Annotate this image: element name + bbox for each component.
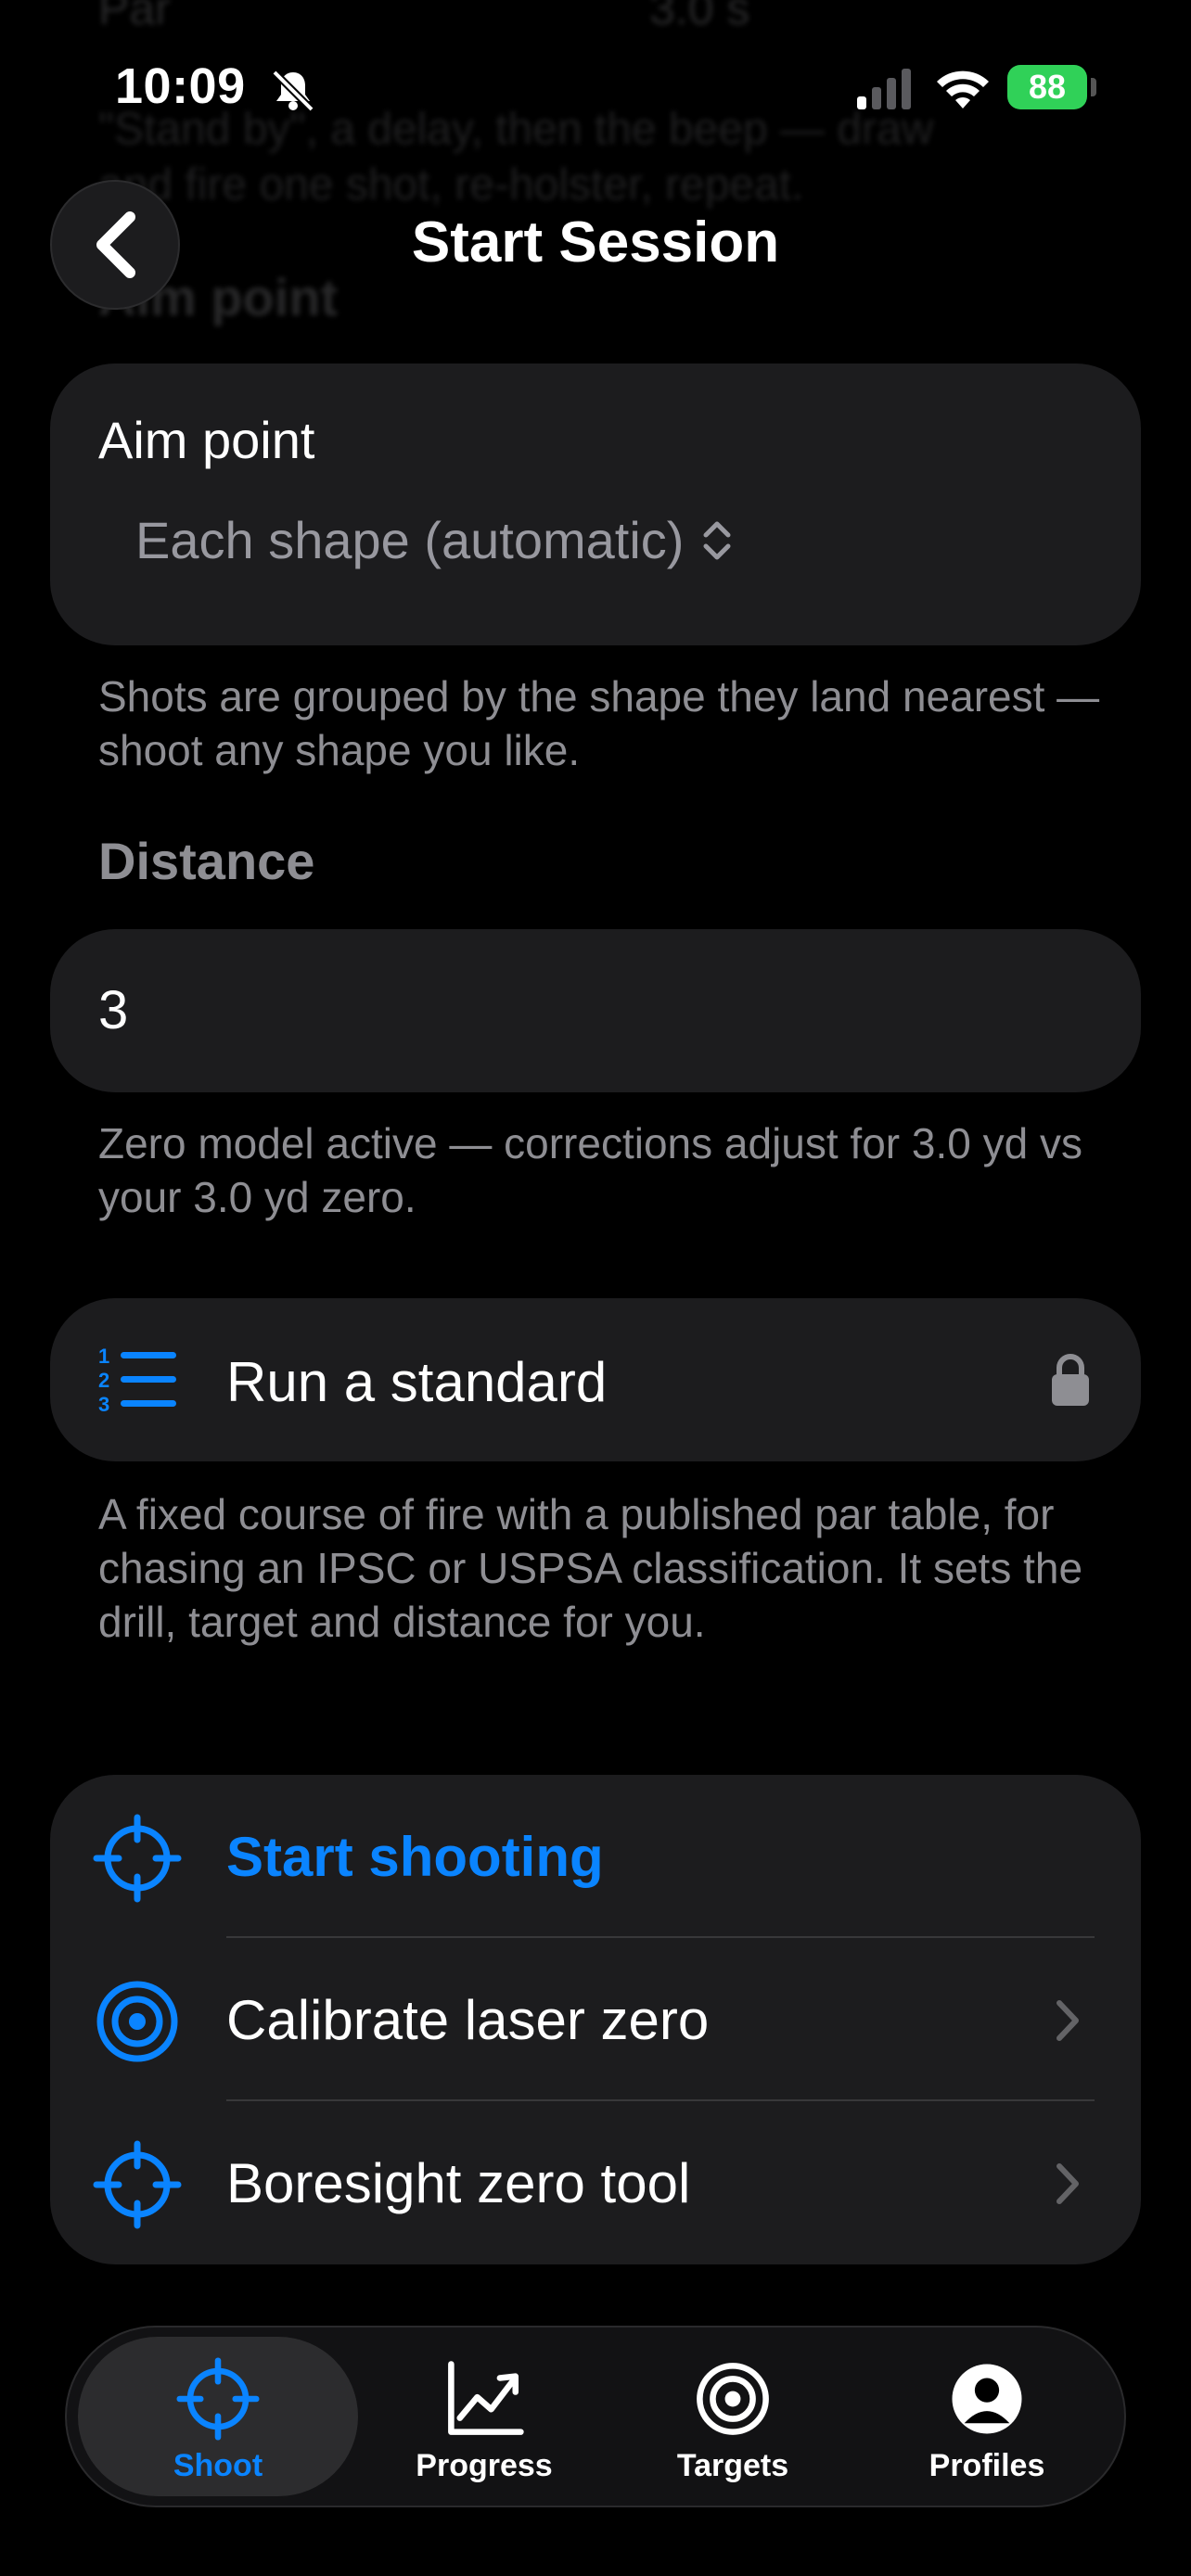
battery-indicator: 88 [1007,65,1087,109]
distance-footnote: Zero model active — corrections adjust f… [98,1119,1082,1221]
target-rings-icon [96,1981,178,2062]
numbered-list-icon: 1 2 3 [98,1345,176,1416]
tab-targets[interactable]: Targets [612,2337,853,2496]
start-shooting-button[interactable]: Start shooting [50,1775,1141,1938]
run-standard-footnote: A fixed course of fire with a published … [98,1490,1083,1646]
page-title: Start Session [411,210,780,274]
crosshair-icon [93,1814,182,1903]
tab-shoot-label: Shoot [173,2448,263,2483]
boresight-zero-tool-button[interactable]: Boresight zero tool [50,2101,1141,2264]
actions-card: Start shooting Calibrate laser zero Bore… [50,1775,1141,2264]
distance-heading: Distance [98,832,315,890]
scrolled-content-faded: and fire one shot, re-holster, repeat. [98,160,804,210]
calibrate-laser-zero-label: Calibrate laser zero [226,1989,710,2051]
tab-profiles-label: Profiles [928,2448,1045,2483]
run-standard-label: Run a standard [226,1351,608,1413]
chevron-up-down-icon [703,521,731,559]
cellular-signal-icon [857,69,911,109]
aim-point-label: Aim point [98,411,315,469]
chevron-right-icon [1057,2163,1079,2204]
run-standard-button[interactable]: 1 2 3 Run a standard [50,1298,1141,1461]
crosshair-icon [176,2357,260,2441]
calibrate-laser-zero-button[interactable]: Calibrate laser zero [50,1938,1141,2101]
aim-point-footnote: Shots are grouped by the shape they land… [98,672,1100,774]
chart-line-icon [448,2361,524,2435]
svg-text:3: 3 [98,1393,109,1416]
svg-text:2: 2 [98,1369,109,1392]
wifi-icon [937,70,989,108]
tab-progress-label: Progress [416,2448,553,2483]
tab-shoot[interactable]: Shoot [78,2337,358,2496]
start-shooting-label: Start shooting [226,1826,604,1888]
aim-point-picker[interactable]: Each shape (automatic) [135,510,736,570]
status-bar: 10:09 88 [0,0,1191,167]
battery-tip [1091,78,1096,96]
tab-profiles[interactable]: Profiles [866,2337,1108,2496]
aim-point-card: Aim point Each shape (automatic) [50,363,1141,645]
distance-card [50,929,1141,1092]
target-icon [697,2363,769,2435]
distance-input[interactable] [98,929,1082,1092]
aim-point-value: Each shape (automatic) [135,511,685,569]
crosshair-icon [93,2140,182,2229]
status-time: 10:09 [115,58,246,114]
lock-icon [1052,1354,1089,1406]
tab-targets-label: Targets [676,2448,789,2483]
bell-slash-icon [272,70,314,112]
svg-text:1: 1 [98,1345,109,1368]
person-circle-icon [952,2364,1022,2434]
boresight-zero-tool-label: Boresight zero tool [226,2152,691,2214]
tab-progress[interactable]: Progress [364,2337,605,2496]
chevron-right-icon [1057,2000,1079,2041]
tab-bar: Shoot Progress Targets Profiles [65,2326,1126,2507]
